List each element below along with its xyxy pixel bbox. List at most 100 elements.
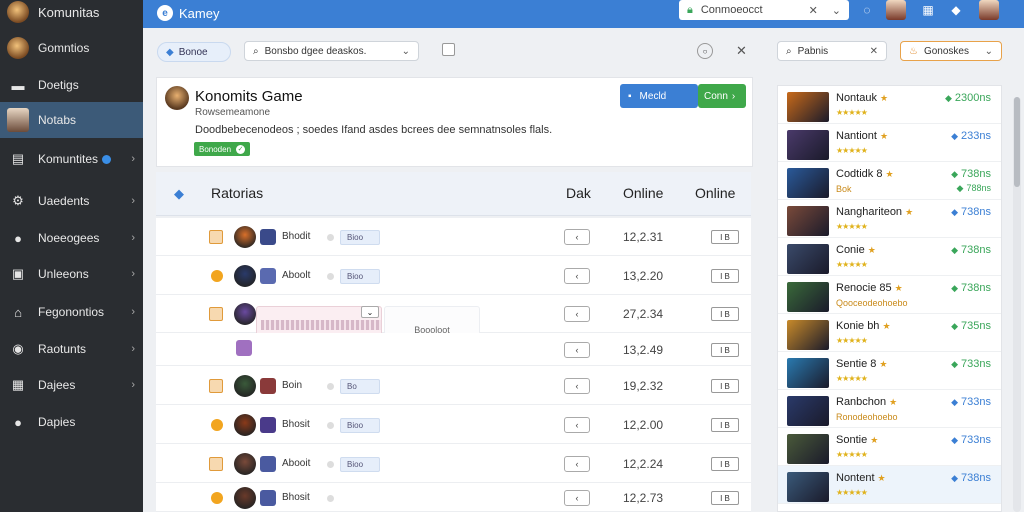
sidebar-item-1[interactable]: ▬ Doetigs (0, 67, 143, 103)
sidebar-item-5[interactable]: ● Noeeogees › (0, 220, 143, 256)
row-action-button[interactable]: I B (711, 379, 739, 393)
list-item[interactable]: Nantiont ★ ★★★★★ ◆ 233ns (778, 124, 1001, 162)
row-action-button[interactable]: I B (711, 418, 739, 432)
row-name[interactable]: Bhosit (282, 419, 310, 430)
price-icon: ◆ (951, 245, 959, 255)
table-row[interactable]: Bhosbit⌄Boooloot‹27,2.34I B (156, 295, 751, 354)
sidebar-item-8[interactable]: ◉ Raotunts › (0, 331, 143, 367)
game-thumbnail (787, 206, 829, 236)
row-avatar[interactable] (234, 303, 256, 325)
play-button[interactable]: ▪ Mecld (620, 84, 698, 108)
list-item[interactable]: Nanghariteon ★ ★★★★★ ◆ 738ns (778, 200, 1001, 238)
status-dot-icon (327, 461, 334, 468)
list-item[interactable]: Codtidk 8 ★ Bok ◆ 738ns ◆ 788ns (778, 162, 1001, 200)
col-header-name[interactable]: Ratorias (211, 185, 263, 201)
filter-pill-button[interactable]: ◆ Bonoe (157, 42, 231, 62)
back-button[interactable]: ‹ (564, 306, 590, 322)
game-price: ◆ 738ns (951, 282, 991, 294)
game-name: Nanghariteon ★ (836, 206, 913, 218)
row-game-icon (260, 229, 276, 245)
row-avatar[interactable] (234, 226, 256, 248)
top-search-field[interactable]: 🔒︎ Conmoeocct ✕ ⌄ (679, 0, 849, 20)
col-header-online-2[interactable]: Online (695, 185, 735, 201)
back-button[interactable]: ‹ (564, 342, 590, 358)
row-avatar[interactable] (234, 453, 256, 475)
list-item[interactable]: Sontie ★ ★★★★★ ◆ 733ns (778, 428, 1001, 466)
sidebar-item-3[interactable]: ▤ Komuntites › (0, 141, 143, 177)
search-icon: ⌕ (253, 45, 259, 57)
row-avatar[interactable] (234, 265, 256, 287)
user-avatar[interactable] (979, 0, 999, 20)
sidebar-item-9[interactable]: ▦ Dajees › (0, 367, 143, 403)
game-price-value: 738ns (961, 206, 991, 218)
row-name[interactable]: Abooit (282, 458, 310, 469)
gamepad-icon[interactable]: ◆ (946, 0, 966, 20)
info-icon[interactable]: ○ (697, 43, 713, 59)
row-avatar[interactable] (234, 375, 256, 397)
table-row[interactable]: Bhodit Bioo ‹ 12,2.31 I B (156, 218, 751, 256)
back-button[interactable]: ‹ (564, 456, 590, 472)
row-action-button[interactable]: I B (711, 230, 739, 244)
select-checkbox[interactable] (442, 43, 455, 56)
sidebar-item-0[interactable]: Gomntios (0, 30, 143, 66)
list-item[interactable]: Conie ★ ★★★★★ ◆ 738ns (778, 238, 1001, 276)
row-avatar[interactable] (234, 487, 256, 509)
sidebar-item-7[interactable]: ⌂ Fegonontios › (0, 294, 143, 330)
row-action-button[interactable]: I B (711, 269, 739, 283)
back-button[interactable]: ‹ (564, 268, 590, 284)
col-header-online[interactable]: Online (623, 185, 663, 201)
scrollbar[interactable] (1013, 97, 1021, 512)
close-icon[interactable]: ✕ (736, 43, 747, 59)
row-online-value: 13,2.49 (623, 343, 664, 357)
grid-icon[interactable]: ▦ (918, 0, 938, 20)
row-name[interactable]: Boin (282, 380, 302, 391)
list-item[interactable]: Renocie 85 ★ Qooceodeohoebo ◆ 738ns (778, 276, 1001, 314)
table-row[interactable]: Bhosit ‹ 12,2.73 I B (156, 483, 751, 512)
category-dropdown[interactable]: ⌕ Bonsbo dgee deaskos. ⌄ (244, 41, 419, 61)
list-item[interactable]: Konie bh ★ ★★★★★ ◆ 735ns (778, 314, 1001, 352)
avatar-icon (7, 108, 29, 132)
refresh-icon[interactable]: ◌ (857, 0, 877, 20)
sidebar-item-4[interactable]: ⚙ Uaedents › (0, 183, 143, 219)
chevron-down-icon[interactable]: ⌄ (361, 306, 379, 318)
game-name: Konie bh ★ (836, 320, 891, 332)
join-button[interactable]: Conn › (698, 84, 746, 108)
list-item[interactable]: Ranbchon ★ Ronodeohoebo ◆ 733ns (778, 390, 1001, 428)
row-action-button[interactable]: I B (711, 343, 739, 357)
back-button[interactable]: ‹ (564, 229, 590, 245)
row-name[interactable]: Bhosit (282, 492, 310, 503)
filter-icon: ♨ (909, 45, 918, 57)
back-button[interactable]: ‹ (564, 417, 590, 433)
avatar[interactable] (886, 0, 906, 20)
close-icon[interactable]: ✕ (870, 46, 878, 57)
right-search-input[interactable]: ⌕ Pabnis ✕ (777, 41, 887, 61)
row-action-button[interactable]: I B (711, 491, 739, 505)
row-online-value: 27,2.34 (623, 307, 664, 321)
close-icon[interactable]: ✕ (809, 4, 818, 17)
sidebar-brand[interactable]: Komunitas (0, 0, 143, 24)
scrollbar-thumb[interactable] (1014, 97, 1020, 187)
table-row[interactable]: Boin Bo ‹ 19,2.32 I B (156, 366, 751, 405)
sidebar-item-2[interactable]: Notabs (0, 102, 143, 138)
col-header-dak[interactable]: Dak (566, 185, 591, 201)
row-name[interactable]: Bhodit (282, 231, 310, 242)
table-row[interactable]: ‹ 13,2.49 I B (156, 333, 751, 366)
chevron-down-icon[interactable]: ⌄ (832, 4, 841, 17)
table-row[interactable]: Aboolt Bioo ‹ 13,2.20 I B (156, 256, 751, 295)
grid-icon: ▦ (11, 377, 25, 392)
right-sort-dropdown[interactable]: ♨ Gonoskes ⌄ (900, 41, 1002, 61)
row-avatar[interactable] (234, 414, 256, 436)
table-row[interactable]: Bhosit Bioo ‹ 12,2.00 I B (156, 405, 751, 444)
row-action-button[interactable]: I B (711, 307, 739, 321)
back-button[interactable]: ‹ (564, 378, 590, 394)
sidebar-item-10[interactable]: ● Dapies (0, 404, 143, 440)
list-item[interactable]: Nontauk ★ ★★★★★ ◆ 2300ns (778, 86, 1001, 124)
game-price: ◆ 733ns (951, 434, 991, 446)
table-row[interactable]: Abooit Bioo ‹ 12,2.24 I B (156, 444, 751, 483)
sidebar-item-6[interactable]: ▣ Unleeons › (0, 256, 143, 292)
list-item[interactable]: Nontent ★ ★★★★★ ◆ 738ns (778, 466, 1001, 504)
row-action-button[interactable]: I B (711, 457, 739, 471)
back-button[interactable]: ‹ (564, 490, 590, 506)
list-item[interactable]: Sentie 8 ★ ★★★★★ ◆ 733ns (778, 352, 1001, 390)
row-name[interactable]: Aboolt (282, 270, 310, 281)
